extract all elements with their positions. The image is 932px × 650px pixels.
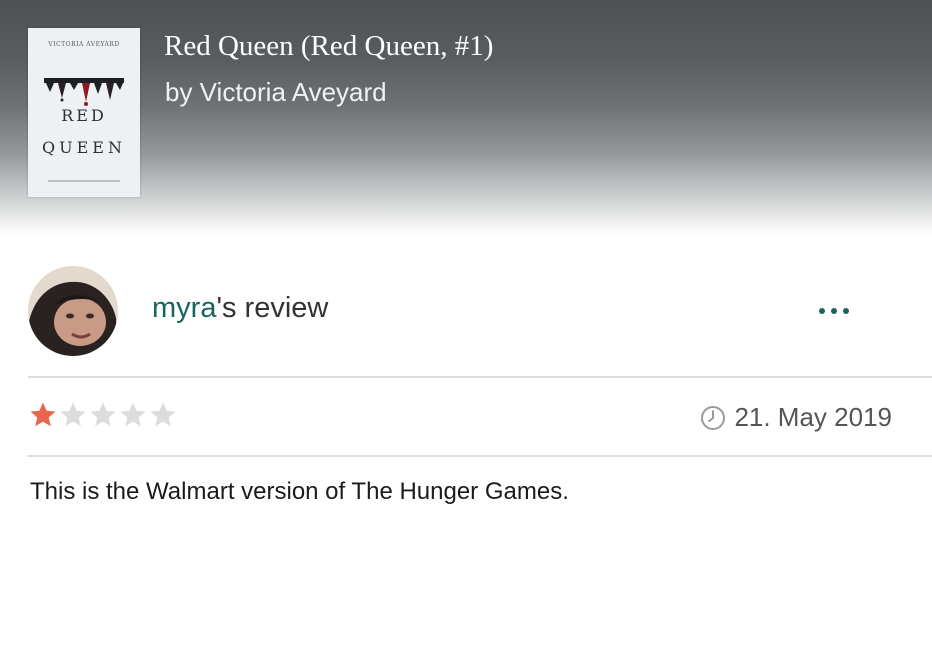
avatar-image (28, 266, 118, 356)
review-heading-suffix: 's review (216, 292, 329, 324)
review-heading: myra's review (152, 292, 328, 325)
cover-author-text: VICTORIA AVEYARD (48, 41, 120, 48)
more-dot (831, 308, 837, 314)
star-filled-icon (30, 402, 56, 427)
star-empty-icon (60, 402, 86, 427)
review-body: This is the Walmart version of The Hunge… (30, 478, 569, 505)
cover-title-line-2: QUEEN (42, 138, 126, 157)
star-empty-icon (150, 402, 176, 427)
star-rating (28, 400, 178, 430)
review-page: VICTORIA AVEYARD RED QUEEN Red Queen (Re… (0, 0, 932, 650)
book-cover[interactable]: VICTORIA AVEYARD RED QUEEN (28, 28, 140, 197)
more-dot (843, 308, 849, 314)
star-empty-icon (90, 402, 116, 427)
more-dot (819, 308, 825, 314)
review-date-text: 21. May 2019 (734, 402, 892, 432)
reviewer-name-link[interactable]: myra (152, 292, 216, 324)
book-author[interactable]: by Victoria Aveyard (165, 77, 387, 108)
cover-title-line-1: RED (61, 106, 107, 125)
crown-icon (44, 78, 124, 106)
book-header: VICTORIA AVEYARD RED QUEEN Red Queen (Re… (0, 0, 932, 236)
cover-footer-rule (48, 180, 120, 182)
divider (28, 455, 932, 457)
review-date: 21. May 2019 (700, 402, 892, 433)
star-empty-icon (120, 402, 146, 427)
clock-icon (701, 405, 726, 430)
reviewer-avatar[interactable] (28, 266, 118, 356)
divider (28, 376, 932, 378)
book-title[interactable]: Red Queen (Red Queen, #1) (164, 30, 493, 63)
more-options-icon[interactable] (812, 296, 856, 326)
